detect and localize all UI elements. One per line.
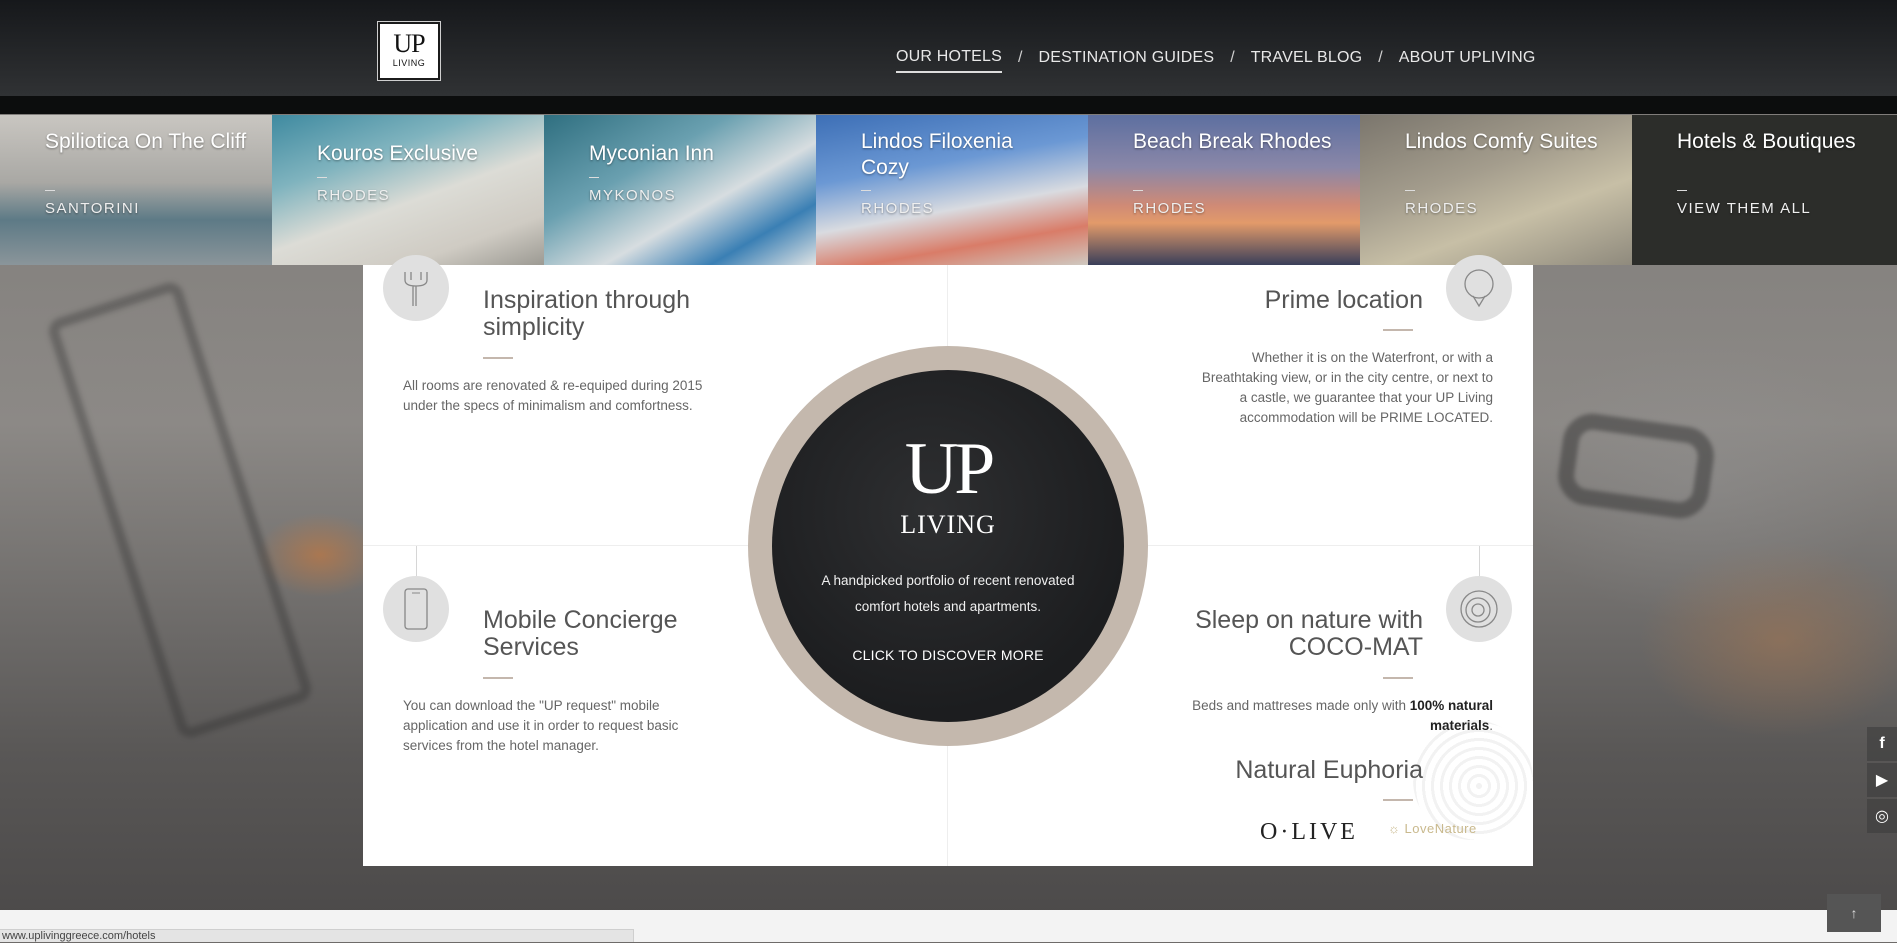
sleep-text-post: . — [1489, 718, 1493, 733]
youtube-icon[interactable]: ▶ — [1867, 763, 1897, 797]
sleep-text-bold: 100% natural materials — [1409, 698, 1493, 733]
nav-separator: / — [1018, 49, 1023, 66]
hotel-tile-beach-break[interactable]: Beach Break Rhodes RHODES — [1088, 115, 1360, 265]
location-title: Prime location — [1264, 286, 1423, 314]
title-underline — [1383, 329, 1413, 331]
title-underline — [1383, 799, 1413, 801]
hotel-tile-spiliotica[interactable]: Spiliotica On The Cliff SANTORINI — [0, 115, 272, 265]
nav-our-hotels[interactable]: OUR HOTELS — [896, 48, 1003, 73]
site-header: UP LIVING OUR HOTELS / DESTINATION GUIDE… — [0, 0, 1897, 114]
fork-icon — [383, 255, 449, 321]
wood-rings-icon — [1446, 576, 1512, 642]
hotel-tile-lindos-filoxenia[interactable]: Lindos Filoxenia Cozy RHODES — [816, 115, 1088, 265]
nav-travel-blog[interactable]: TRAVEL BLOG — [1251, 49, 1363, 72]
concierge-title: Mobile Concierge Services — [483, 606, 678, 661]
hotel-location: RHODES — [317, 177, 391, 204]
hotel-name: Lindos Comfy Suites — [1405, 130, 1598, 153]
icon-connector — [1479, 546, 1480, 576]
lovenature-label: LoveNature — [1404, 821, 1477, 836]
location-text: Whether it is on the Waterfront, or with… — [1201, 350, 1493, 425]
hotel-name: Spiliotica On The Cliff — [45, 130, 247, 153]
features-panel: Inspiration through simplicity All rooms… — [363, 255, 1533, 866]
main-nav: OUR HOTELS / DESTINATION GUIDES / TRAVEL… — [896, 48, 1535, 73]
euphoria-title: Natural Euphoria — [1235, 756, 1423, 784]
discover-circle[interactable]: UP LIVING A handpicked portfolio of rece… — [772, 370, 1124, 722]
browser-status-url: www.uplivinggreece.com/hotels — [0, 929, 634, 942]
pin-icon — [1446, 255, 1512, 321]
hotel-name: Kouros Exclusive — [317, 142, 479, 165]
center-ring: UP LIVING A handpicked portfolio of rece… — [748, 346, 1148, 746]
nav-separator: / — [1378, 49, 1383, 66]
hotel-location: RHODES — [1405, 190, 1479, 217]
center-logo-up: UP — [904, 428, 996, 510]
center-tagline: A handpicked portfolio of recent renovat… — [821, 573, 1075, 614]
inspiration-title: Inspiration through simplicity — [483, 286, 691, 341]
lovenature-brand-logo[interactable]: ☼ LoveNature — [1388, 821, 1477, 836]
instagram-icon[interactable]: ◎ — [1867, 799, 1897, 833]
hotel-tile-lindos-comfy[interactable]: Lindos Comfy Suites RHODES — [1360, 115, 1632, 265]
hotel-name: Hotels & Boutiques — [1677, 130, 1856, 153]
hotel-name: Myconian Inn — [589, 142, 714, 165]
nav-separator: / — [1230, 49, 1235, 66]
title-underline — [483, 677, 513, 679]
hotel-name: Beach Break Rhodes — [1133, 130, 1332, 153]
hotel-location: SANTORINI — [45, 190, 140, 217]
sleep-text-pre: Beds and mattreses made only with — [1192, 698, 1410, 713]
olive-brand-logo[interactable]: O·LIVE — [1260, 819, 1358, 846]
back-to-top-button[interactable]: ↑ — [1827, 894, 1881, 932]
hotel-location: RHODES — [1133, 190, 1207, 217]
hotel-location: RHODES — [861, 190, 935, 217]
nav-destination-guides[interactable]: DESTINATION GUIDES — [1038, 49, 1214, 72]
concierge-text: You can download the "UP request" mobile… — [403, 698, 679, 753]
hotel-tile-myconian[interactable]: Myconian Inn MYKONOS — [544, 115, 816, 265]
sleep-title: Sleep on nature with COCO-MAT — [1195, 606, 1423, 661]
inspiration-text: All rooms are renovated & re-equiped dur… — [403, 378, 703, 413]
sleep-text: Beds and mattreses made only with 100% n… — [1153, 696, 1493, 736]
hotel-strip: Spiliotica On The Cliff SANTORINI Kouros… — [0, 115, 1897, 265]
title-underline — [483, 357, 513, 359]
logo-up-text: UP — [393, 29, 425, 58]
hotel-location: MYKONOS — [589, 177, 677, 204]
mobile-phone-icon — [383, 576, 449, 642]
facebook-icon[interactable]: f — [1867, 727, 1897, 761]
hotel-tile-kouros[interactable]: Kouros Exclusive RHODES — [272, 115, 544, 265]
site-logo[interactable]: UP LIVING — [377, 21, 441, 81]
logo-living-text: LIVING — [392, 58, 426, 68]
title-underline — [1383, 677, 1413, 679]
center-logo-living: LIVING — [900, 510, 996, 539]
discover-more-link[interactable]: CLICK TO DISCOVER MORE — [772, 647, 1124, 663]
sun-icon: ☼ — [1388, 821, 1405, 836]
hotel-name: Lindos Filoxenia Cozy — [861, 130, 1013, 179]
nav-about-upliving[interactable]: ABOUT UPLIVING — [1399, 49, 1536, 72]
icon-connector — [416, 546, 417, 576]
social-sidebar: f ▶ ◎ — [1867, 727, 1897, 835]
view-all-link: VIEW THEM ALL — [1677, 190, 1812, 217]
hotel-tile-view-all[interactable]: Hotels & Boutiques VIEW THEM ALL — [1632, 115, 1897, 265]
